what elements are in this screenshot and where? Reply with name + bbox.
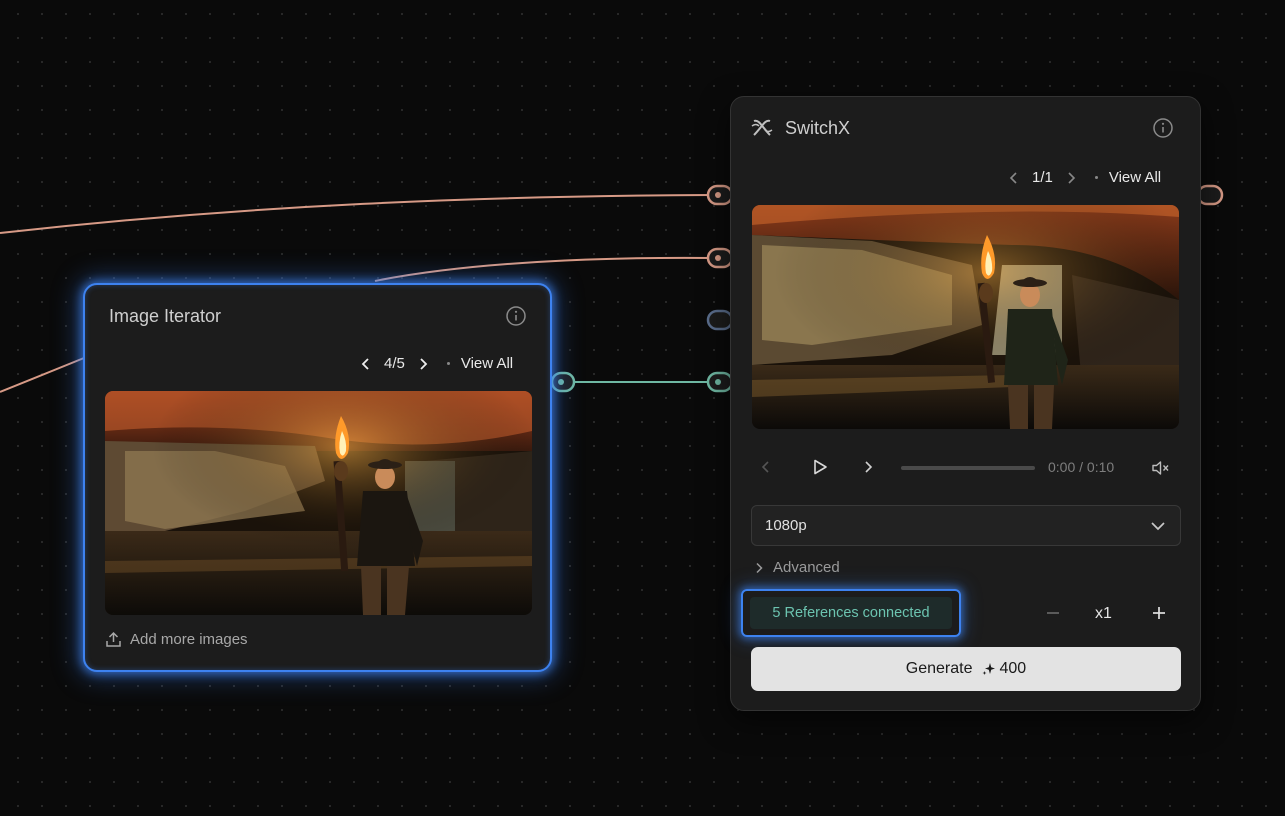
references-connected-badge[interactable]: 5 References connected [741, 589, 961, 637]
chevron-right-icon [756, 562, 763, 573]
advanced-label: Advanced [773, 559, 840, 576]
wire-image-input-a [0, 194, 713, 234]
generate-cost: 400 [982, 660, 1027, 678]
video-frame [752, 205, 1179, 429]
skip-forward-icon[interactable] [863, 460, 873, 474]
info-icon[interactable] [505, 305, 527, 327]
mute-icon[interactable] [1151, 459, 1171, 477]
add-more-images-button[interactable]: Add more images [105, 631, 248, 648]
view-all-link[interactable]: View All [1109, 169, 1161, 186]
page-count: 1/1 [1032, 169, 1053, 186]
wire-iterator-input [0, 357, 85, 393]
chevron-down-icon [1151, 522, 1165, 531]
references-chip: 5 References connected [750, 597, 952, 629]
info-icon[interactable] [1152, 117, 1174, 139]
output-pager: 1/1 View All [1006, 169, 1161, 186]
minus-icon[interactable] [1045, 605, 1061, 621]
video-preview[interactable] [752, 205, 1179, 429]
separator-dot [1094, 176, 1098, 179]
play-icon[interactable] [811, 458, 829, 476]
port-text[interactable] [706, 309, 734, 331]
advanced-toggle[interactable]: Advanced [755, 559, 840, 576]
resolution-select[interactable]: 1080p [751, 505, 1181, 546]
upload-icon [106, 631, 121, 647]
generate-button[interactable]: Generate 400 [751, 647, 1181, 691]
quantity-stepper: x1 [1031, 597, 1181, 631]
image-preview [105, 391, 532, 615]
chevron-right-icon[interactable] [415, 356, 431, 372]
cave-torch-photo[interactable] [105, 391, 532, 615]
time-display: 0:00 / 0:10 [1048, 459, 1115, 475]
wire-image-input-b [374, 256, 713, 282]
generate-label: Generate [905, 660, 973, 677]
skip-back-icon[interactable] [761, 460, 771, 474]
add-more-images-label: Add more images [130, 631, 248, 648]
image-pager: 4/5 View All [358, 355, 513, 372]
port-output[interactable] [1196, 184, 1224, 206]
progress-bar[interactable] [901, 466, 1035, 470]
switchx-node[interactable]: SwitchX 1/1 View All 0:00 / 0:10 1080p A… [730, 96, 1201, 711]
image-iterator-node[interactable]: Image Iterator 4/5 View All Add more ima… [83, 283, 552, 672]
chevron-left-icon[interactable] [1006, 170, 1022, 186]
plus-icon[interactable] [1151, 605, 1167, 621]
quantity-value: x1 [1095, 605, 1112, 622]
player-controls: 0:00 / 0:10 [751, 453, 1181, 483]
page-count: 4/5 [384, 355, 405, 372]
chevron-left-icon[interactable] [358, 356, 374, 372]
generate-cost-value: 400 [999, 660, 1027, 677]
resolution-value: 1080p [765, 517, 807, 534]
separator-dot [446, 362, 450, 365]
view-all-link[interactable]: View All [461, 355, 513, 372]
node-title: SwitchX [785, 118, 851, 138]
switchx-logo-icon [751, 119, 773, 136]
chevron-right-icon[interactable] [1063, 170, 1079, 186]
sparkle-icon [982, 663, 995, 675]
node-title: Image Iterator [109, 306, 222, 326]
